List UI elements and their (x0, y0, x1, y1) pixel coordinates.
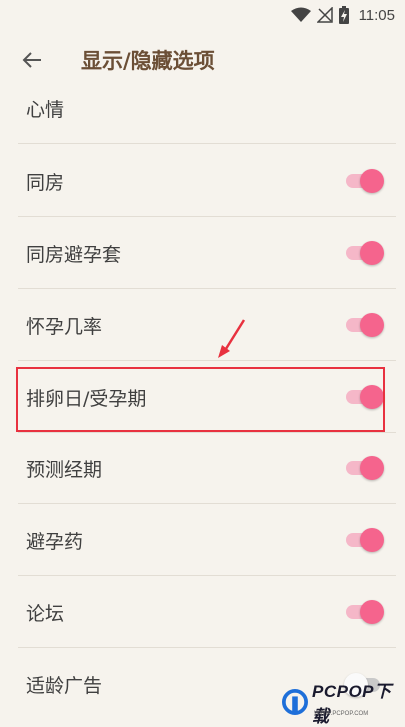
list-item-condom[interactable]: 同房避孕套 (18, 218, 396, 289)
list-item-label: 同房 (26, 171, 65, 194)
pcpop-logo-icon (282, 689, 308, 715)
page-title: 显示/隐藏选项 (81, 49, 215, 73)
list-item-label: 心情 (26, 98, 65, 121)
toggle-switch[interactable] (344, 526, 384, 554)
watermark: PCPOP下载 WWW.PCPOP.COM (282, 682, 402, 726)
list-item-label: 适龄广告 (26, 675, 103, 697)
arrow-left-icon (22, 52, 41, 68)
list-item-label: 排卵日/受孕期 (26, 387, 147, 410)
list-item-predicted-period[interactable]: 预测经期 (18, 433, 396, 504)
list-item-pregnancy-chance[interactable]: 怀孕几率 (18, 290, 396, 361)
wifi-icon (290, 7, 311, 22)
annotation-arrow-icon (218, 319, 246, 358)
list-item-label: 避孕药 (26, 530, 84, 553)
list-item-mood[interactable]: 心情 (18, 73, 396, 144)
toggle-switch[interactable] (344, 454, 384, 482)
list-item-forum[interactable]: 论坛 (18, 577, 396, 648)
list-item-label: 论坛 (26, 602, 65, 625)
list-item-label: 预测经期 (26, 458, 103, 481)
list-item-label: 同房避孕套 (26, 243, 122, 266)
toggle-switch[interactable] (344, 383, 384, 411)
status-bar: 11:05 (0, 0, 405, 30)
toggle-switch[interactable] (344, 598, 384, 626)
list-item-intercourse[interactable]: 同房 (18, 146, 396, 217)
status-time: 11:05 (358, 6, 395, 24)
watermark-sub: WWW.PCPOP.COM (314, 711, 369, 717)
toggle-switch[interactable] (344, 311, 384, 339)
list-item-pill[interactable]: 避孕药 (18, 505, 396, 576)
list-item-label: 怀孕几率 (26, 315, 103, 338)
battery-charging-icon (338, 6, 349, 24)
no-signal-icon (316, 7, 333, 23)
toggle-switch[interactable] (344, 239, 384, 267)
toggle-switch[interactable] (344, 167, 384, 195)
list-item-ovulation[interactable]: 排卵日/受孕期 (18, 362, 396, 433)
